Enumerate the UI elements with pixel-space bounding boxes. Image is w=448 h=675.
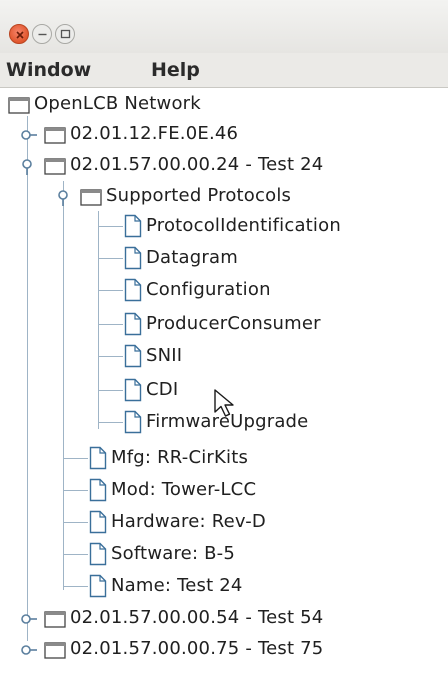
tree-leaf[interactable]: Software: B-5 <box>0 540 448 570</box>
tree-node[interactable]: 02.01.57.00.00.54 - Test 54 <box>0 604 448 634</box>
menu-help[interactable]: Help <box>151 59 200 81</box>
tree-leaf[interactable]: ProtocolIdentification <box>0 212 448 242</box>
tree-leaf[interactable]: Mfg: RR-CirKits <box>0 444 448 474</box>
folder-open-icon <box>44 158 66 175</box>
document-icon <box>124 378 142 402</box>
mouse-cursor-icon <box>214 389 234 417</box>
document-icon <box>124 278 142 302</box>
minimize-icon <box>38 33 47 36</box>
folder-open-icon <box>8 97 30 114</box>
close-icon <box>16 31 24 39</box>
tree-leaf[interactable]: Name: Test 24 <box>0 572 448 602</box>
collapse-handle-icon[interactable] <box>21 159 37 175</box>
tree-leaf[interactable]: SNII <box>0 342 448 372</box>
tree-leaf-label: Hardware: Rev-D <box>111 511 266 532</box>
expand-handle-icon[interactable] <box>21 613 37 625</box>
tree-folder-protocols[interactable]: Supported Protocols <box>0 182 448 212</box>
document-icon <box>89 574 107 598</box>
tree-leaf-label: Name: Test 24 <box>111 575 243 596</box>
close-window-button[interactable] <box>9 24 29 44</box>
tree-node-label: 02.01.12.FE.0E.46 <box>70 123 239 144</box>
document-icon <box>89 542 107 566</box>
tree-leaf-label: ProtocolIdentification <box>146 215 341 236</box>
tree-root[interactable]: OpenLCB Network <box>0 90 448 120</box>
folder-open-icon <box>80 189 102 206</box>
tree-node-label: 02.01.57.00.00.24 - Test 24 <box>70 154 324 175</box>
tree-leaf-label: CDI <box>146 379 179 400</box>
tree-leaf-label: SNII <box>146 345 183 366</box>
network-tree: OpenLCB Network 02.01.12.FE.0E.46 02.01.… <box>0 88 448 675</box>
tree-node[interactable]: 02.01.57.00.00.75 - Test 75 <box>0 635 448 665</box>
maximize-icon <box>60 29 71 39</box>
tree-node[interactable]: 02.01.12.FE.0E.46 <box>0 120 448 150</box>
document-icon <box>124 214 142 238</box>
folder-icon <box>44 127 66 144</box>
document-icon <box>89 446 107 470</box>
document-icon <box>124 344 142 368</box>
tree-node[interactable]: 02.01.57.00.00.24 - Test 24 <box>0 151 448 181</box>
tree-leaf[interactable]: Hardware: Rev-D <box>0 508 448 538</box>
tree-leaf-label: Software: B-5 <box>111 543 236 564</box>
menu-bar: Window Help <box>0 53 448 88</box>
tree-root-label: OpenLCB Network <box>34 93 201 114</box>
tree-leaf[interactable]: Mod: Tower-LCC <box>0 476 448 506</box>
tree-leaf-label: ProducerConsumer <box>146 313 321 334</box>
menu-window[interactable]: Window <box>6 59 91 81</box>
expand-handle-icon[interactable] <box>21 129 37 141</box>
title-bar <box>0 0 448 53</box>
document-icon <box>89 510 107 534</box>
tree-leaf-label: Configuration <box>146 279 271 300</box>
tree-node-label: 02.01.57.00.00.54 - Test 54 <box>70 607 324 628</box>
maximize-window-button[interactable] <box>55 24 75 44</box>
tree-leaf-label: Datagram <box>146 247 238 268</box>
document-icon <box>89 478 107 502</box>
expand-handle-icon[interactable] <box>21 644 37 656</box>
tree-leaf[interactable]: ProducerConsumer <box>0 310 448 340</box>
folder-icon <box>44 642 66 659</box>
minimize-window-button[interactable] <box>32 24 52 44</box>
tree-folder-label: Supported Protocols <box>106 185 292 206</box>
document-icon <box>124 312 142 336</box>
tree-leaf[interactable]: Datagram <box>0 244 448 274</box>
tree-leaf-label: Mod: Tower-LCC <box>111 479 257 500</box>
folder-icon <box>44 611 66 628</box>
tree-leaf[interactable]: Configuration <box>0 276 448 306</box>
tree-leaf-label: Mfg: RR-CirKits <box>111 447 249 468</box>
tree-node-label: 02.01.57.00.00.75 - Test 75 <box>70 638 324 659</box>
document-icon <box>124 410 142 434</box>
collapse-handle-icon[interactable] <box>57 190 73 206</box>
document-icon <box>124 246 142 270</box>
